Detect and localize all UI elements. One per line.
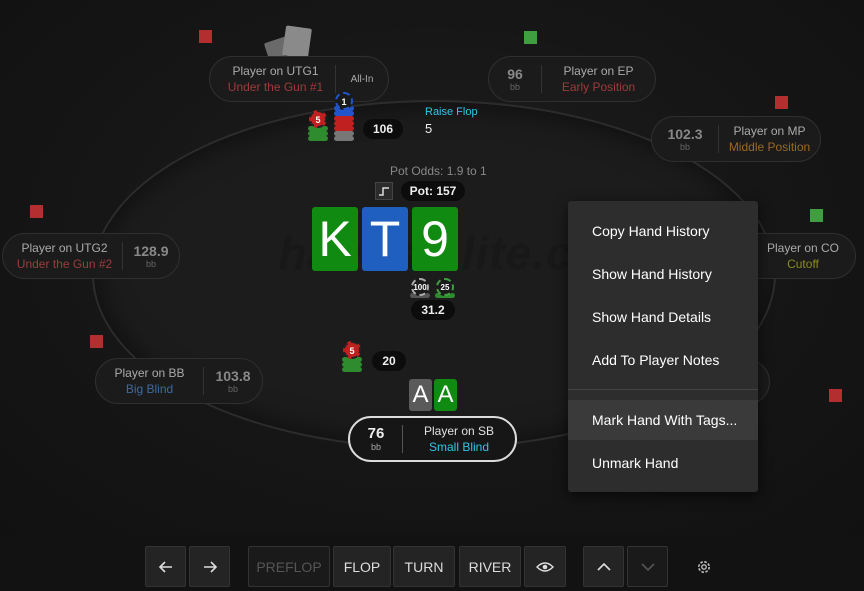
- stack-size: 103.8: [215, 368, 251, 384]
- pot-total: Pot: 157: [401, 181, 465, 201]
- folded-cards-icon: [262, 25, 322, 61]
- stack-unit: bb: [145, 259, 156, 269]
- scroll-up-button[interactable]: [583, 546, 624, 587]
- status-indicator: [810, 209, 823, 222]
- bet-amount: 106: [363, 119, 403, 139]
- status-indicator: [199, 30, 212, 43]
- chip-label: 25: [436, 278, 454, 296]
- chip-stack: 1: [334, 92, 354, 142]
- bet-amount: 31.2: [411, 300, 455, 320]
- chevron-up-icon: [596, 562, 611, 571]
- hole-card: A: [409, 379, 432, 411]
- stack-size: 76: [367, 425, 385, 442]
- chip-stack: 25: [435, 278, 455, 298]
- stack-unit: bb: [370, 442, 381, 452]
- scroll-down-button[interactable]: [627, 546, 668, 587]
- street-flop-button[interactable]: FLOP: [333, 546, 391, 587]
- chip-label: 5: [309, 110, 327, 128]
- pot-odds: Pot Odds: 1.9 to 1: [390, 164, 487, 178]
- board-card: T: [362, 207, 408, 271]
- player-name: Player on EP: [563, 64, 634, 78]
- stack-size: 96: [507, 66, 523, 82]
- menu-separator: [568, 389, 758, 390]
- board-card: 9: [412, 207, 458, 271]
- menu-item-copy-hand-history[interactable]: Copy Hand History: [568, 211, 758, 251]
- gear-icon: [698, 561, 710, 573]
- arrow-left-icon: [158, 560, 172, 573]
- player-name: Player on UTG1: [232, 64, 319, 78]
- stack-size: 128.9: [133, 243, 169, 259]
- street-river-button[interactable]: RIVER: [459, 546, 521, 587]
- player-position: Early Position: [561, 80, 636, 94]
- board-card: K: [312, 207, 358, 271]
- seat-utg2[interactable]: Player on UTG2 Under the Gun #2 128.9 bb: [2, 233, 180, 279]
- chip-label: 5: [343, 341, 361, 359]
- menu-item-show-hand-details[interactable]: Show Hand Details: [568, 297, 758, 337]
- arrow-right-icon: [203, 560, 217, 573]
- chip-label: 1: [335, 92, 353, 110]
- menu-item-add-player-notes[interactable]: Add To Player Notes: [568, 340, 758, 380]
- street-turn-button[interactable]: TURN: [393, 546, 455, 587]
- seat-sb-hero[interactable]: 76 bb Player on SB Small Blind: [348, 416, 517, 462]
- hole-card: A: [434, 379, 457, 411]
- player-position: Big Blind: [125, 382, 174, 396]
- next-button[interactable]: [189, 546, 230, 587]
- status-indicator: [775, 96, 788, 109]
- player-position: Small Blind: [428, 440, 490, 454]
- bet-amount: 20: [372, 351, 406, 371]
- status-indicator: [829, 389, 842, 402]
- chip-stack: 5: [308, 110, 328, 142]
- status-indicator: [90, 335, 103, 348]
- seat-mp[interactable]: 102.3 bb Player on MP Middle Position: [651, 116, 821, 162]
- player-position: Under the Gun #1: [227, 80, 324, 94]
- seat-utg1[interactable]: Player on UTG1 Under the Gun #1 All-In: [209, 56, 389, 102]
- player-position: Cutoff: [787, 257, 819, 271]
- stack-size: 102.3: [667, 126, 703, 142]
- player-name: Player on CO: [766, 241, 840, 255]
- all-in-label: All-In: [350, 73, 374, 85]
- stack-unit: bb: [509, 82, 520, 92]
- player-name: Player on UTG2: [21, 241, 108, 255]
- stack-unit: bb: [227, 384, 238, 394]
- player-position: Under the Gun #2: [16, 257, 113, 271]
- stack-unit: bb: [679, 142, 690, 152]
- seat-bb[interactable]: Player on BB Big Blind 103.8 bb: [95, 358, 263, 404]
- action-label: Raise Flop: [425, 106, 478, 118]
- reveal-button[interactable]: [524, 546, 566, 587]
- street-preflop-button[interactable]: PREFLOP: [248, 546, 330, 587]
- pot-chart-icon[interactable]: [375, 182, 393, 200]
- chip-stack: 5: [342, 341, 362, 373]
- chip-stack: 100: [410, 278, 430, 298]
- menu-item-unmark-hand[interactable]: Unmark Hand: [568, 443, 758, 483]
- chevron-down-icon: [640, 562, 655, 571]
- player-name: Player on MP: [733, 124, 806, 138]
- context-menu: Copy Hand History Show Hand History Show…: [568, 201, 758, 492]
- seat-ep[interactable]: 96 bb Player on EP Early Position: [488, 56, 656, 102]
- menu-item-mark-hand-tags[interactable]: Mark Hand With Tags...: [568, 400, 758, 440]
- settings-button[interactable]: [693, 556, 715, 578]
- prev-button[interactable]: [145, 546, 186, 587]
- status-indicator: [30, 205, 43, 218]
- eye-icon: [536, 561, 554, 572]
- chip-label: 100: [411, 278, 429, 296]
- menu-item-show-hand-history[interactable]: Show Hand History: [568, 254, 758, 294]
- player-position: Middle Position: [728, 140, 811, 154]
- player-name: Player on BB: [114, 366, 185, 380]
- player-name: Player on SB: [423, 424, 495, 438]
- action-amount: 5: [425, 121, 433, 136]
- status-indicator: [524, 31, 537, 44]
